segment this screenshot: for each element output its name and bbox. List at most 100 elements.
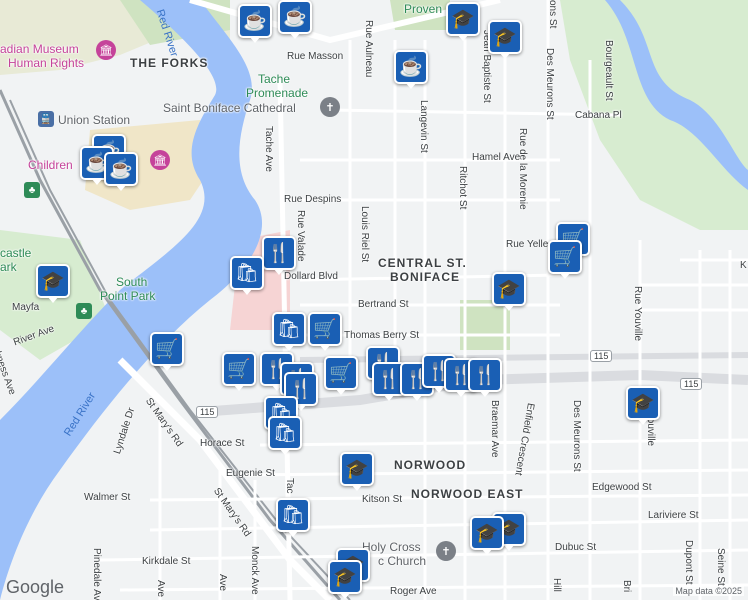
- shopping-cart-icon: 🛒: [155, 338, 179, 360]
- area-label: CENTRAL ST.: [378, 256, 467, 270]
- street-label: Kitson St: [362, 494, 403, 505]
- marker-school[interactable]: 🎓: [488, 20, 522, 59]
- area-label: NORWOOD: [394, 458, 467, 472]
- museum-icon[interactable]: 🏛: [150, 150, 170, 170]
- google-logo[interactable]: Google: [6, 577, 64, 598]
- street-label: Des Meurons St: [571, 400, 582, 472]
- poi-label: Promenade: [246, 86, 309, 100]
- map-canvas[interactable]: 115 115 115 ✝ ✝ 🏛 🏛 🚆 ♣ ♣ THE FORKS CENT…: [0, 0, 748, 600]
- street-label: Eugenie St: [226, 468, 275, 479]
- marker-grocery[interactable]: 🛒: [150, 332, 184, 371]
- park-icon[interactable]: ♣: [24, 182, 40, 198]
- marker-cafe[interactable]: ☕: [104, 152, 138, 191]
- poi-label: Point Park: [100, 289, 156, 303]
- street-label: Bertrand St: [358, 299, 409, 310]
- marker-restaurant[interactable]: 🍴: [262, 236, 296, 275]
- street-label: Tache Ave: [263, 126, 274, 172]
- poi-label: Human Rights: [8, 56, 85, 70]
- street-label: Monck Ave: [249, 546, 260, 595]
- shopping-cart-icon: 🛒: [553, 246, 577, 268]
- train-icon[interactable]: 🚆: [38, 111, 54, 127]
- poi-label: Union Station: [58, 113, 131, 127]
- fork-knife-icon: 🍴: [267, 242, 291, 264]
- street-label: Hamel Ave: [472, 152, 521, 163]
- highway-shield: 115: [680, 378, 703, 390]
- marker-school[interactable]: 🎓: [492, 272, 526, 311]
- marker-shopping[interactable]: 🛍: [268, 416, 302, 455]
- street-label: Cabana Pl: [575, 110, 622, 121]
- museum-icon[interactable]: 🏛: [96, 40, 116, 60]
- street-label: Walmer St: [84, 492, 131, 503]
- marker-school[interactable]: 🎓: [446, 2, 480, 41]
- marker-grocery[interactable]: 🛒: [308, 312, 342, 351]
- map-attribution[interactable]: Map data ©2025: [673, 586, 744, 596]
- poi-label: ark: [0, 260, 17, 274]
- street-label: Rue Masson: [287, 51, 344, 62]
- fork-knife-icon: 🍴: [473, 364, 497, 386]
- graduation-cap-icon: 🎓: [345, 458, 369, 480]
- street-label: ons St: [547, 0, 558, 29]
- street-label: K: [740, 260, 747, 271]
- street-label: Braemar Ave: [489, 400, 500, 458]
- park-icon[interactable]: ♣: [76, 303, 92, 319]
- marker-grocery[interactable]: 🛒: [222, 352, 256, 391]
- street-label: Hill: [551, 578, 562, 592]
- street-label: Ritchot St: [457, 166, 468, 210]
- graduation-cap-icon: 🎓: [333, 566, 357, 588]
- marker-school[interactable]: 🎓: [340, 452, 374, 491]
- shopping-cart-icon: 🛒: [329, 362, 353, 384]
- marker-restaurant[interactable]: 🍴: [468, 358, 502, 397]
- marker-shopping[interactable]: 🛍: [272, 312, 306, 351]
- graduation-cap-icon: 🎓: [475, 522, 499, 544]
- marker-cafe[interactable]: ☕: [278, 0, 312, 39]
- church-icon[interactable]: ✝: [320, 97, 340, 117]
- shopping-bag-icon: 🛍: [272, 422, 298, 444]
- street-label: Rue Aulneau: [363, 20, 374, 78]
- street-label: Rue Youville: [632, 286, 643, 342]
- marker-shopping[interactable]: 🛍: [276, 498, 310, 537]
- marker-school[interactable]: 🎓: [470, 516, 504, 555]
- street-label: Kirkdale St: [142, 556, 191, 567]
- church-icon[interactable]: ✝: [436, 541, 456, 561]
- shopping-cart-icon: 🛒: [227, 358, 251, 380]
- graduation-cap-icon: 🎓: [451, 8, 475, 30]
- street-label: Lariviere St: [648, 510, 699, 521]
- poi-label: Saint Boniface Cathedral: [163, 101, 296, 115]
- graduation-cap-icon: 🎓: [493, 26, 517, 48]
- marker-grocery[interactable]: 🛒: [324, 356, 358, 395]
- street-label: Dupont St: [683, 540, 694, 585]
- marker-school[interactable]: 🎓: [626, 386, 660, 425]
- marker-shopping[interactable]: 🛍: [230, 256, 264, 295]
- street-label: Bri: [621, 580, 632, 593]
- street-label: Thomas Berry St: [344, 330, 420, 341]
- area-label: NORWOOD EAST: [411, 487, 524, 501]
- marker-school[interactable]: 🎓: [36, 264, 70, 303]
- street-label: Dubuc St: [555, 542, 597, 553]
- poi-label: South: [116, 275, 148, 289]
- street-label: Louis Riel St: [359, 206, 370, 263]
- fork-knife-icon: 🍴: [377, 368, 401, 390]
- coffee-cup-icon: ☕: [399, 56, 423, 78]
- poi-label: Proven: [404, 2, 443, 16]
- marker-grocery[interactable]: 🛒: [548, 240, 582, 279]
- marker-cafe[interactable]: ☕: [238, 4, 272, 43]
- graduation-cap-icon: 🎓: [631, 392, 655, 414]
- street-label: Langevin St: [418, 100, 429, 153]
- street-label: Horace St: [200, 438, 245, 449]
- street-label: Mayfa: [12, 302, 40, 313]
- poi-label: Children: [28, 158, 73, 172]
- marker-school[interactable]: 🎓: [328, 560, 362, 599]
- street-label: Edgewood St: [592, 482, 652, 493]
- street-label: Roger Ave: [390, 586, 437, 597]
- area-label: BONIFACE: [390, 270, 461, 284]
- street-label: Tac: [284, 478, 295, 494]
- shopping-cart-icon: 🛒: [313, 318, 337, 340]
- coffee-cup-icon: ☕: [283, 6, 307, 28]
- street-label: Rue de la Morenie: [517, 128, 528, 210]
- poi-label: Tache: [258, 72, 291, 86]
- street-label: Rue Despins: [284, 194, 342, 205]
- shopping-bag-icon: 🛍: [276, 318, 302, 340]
- poi-label: Holy Cross: [362, 540, 421, 554]
- coffee-cup-icon: ☕: [243, 10, 267, 32]
- marker-cafe[interactable]: ☕: [394, 50, 428, 89]
